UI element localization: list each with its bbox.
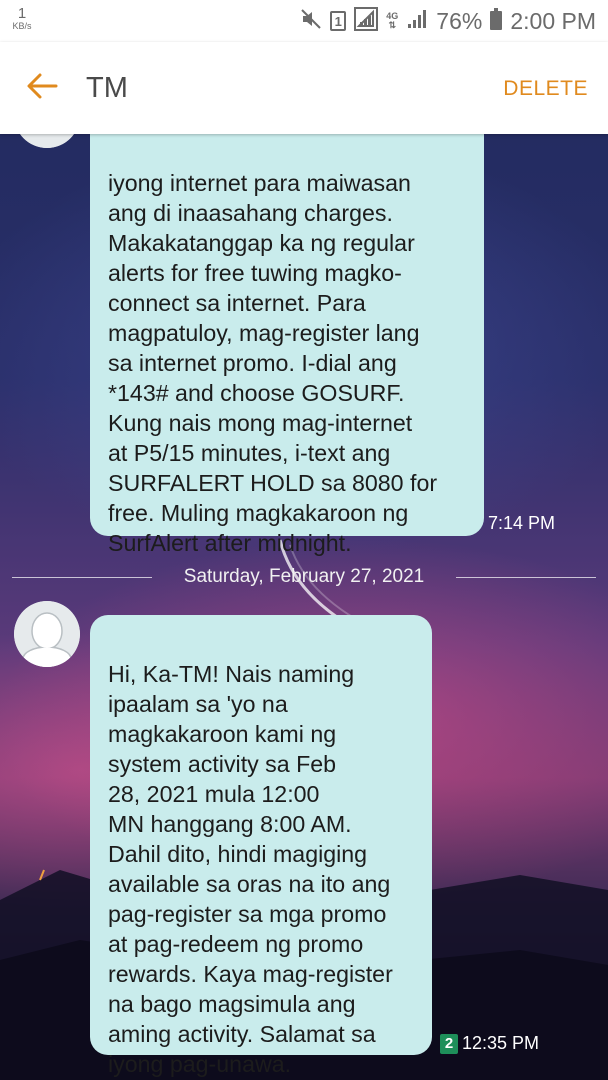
- message-text: Hi, Ka-TM! Nais naming ipaalam sa 'yo na…: [108, 661, 393, 1077]
- message-bubble[interactable]: iyong internet para maiwasan ang di inaa…: [90, 112, 484, 556]
- sim2-icon: 2: [440, 1034, 458, 1054]
- app-header: TM DELETE: [0, 42, 608, 134]
- message-time-label: 12:35 PM: [462, 1033, 540, 1053]
- status-icons: 1 4G ⇅ 76% 2:00 PM: [300, 6, 596, 36]
- network-speed: 1 KB/s: [12, 5, 32, 31]
- sim-indicator: 1: [330, 11, 347, 31]
- message-time: 7:14 PM: [488, 513, 556, 533]
- status-bar: 1 KB/s 1 4G ⇅ 76% 2:00 PM: [0, 0, 608, 42]
- message-bubble[interactable]: Hi, Ka-TM! Nais naming ipaalam sa 'yo na…: [90, 615, 432, 1077]
- delete-button[interactable]: DELETE: [503, 77, 588, 101]
- clock: 2:00 PM: [510, 7, 596, 34]
- network-type-icon: 4G ⇅: [386, 11, 399, 30]
- back-arrow-icon: [27, 73, 58, 99]
- sim1-signal-icon: [354, 6, 379, 36]
- date-divider-label: Saturday, February 27, 2021: [183, 566, 425, 587]
- avatar[interactable]: [14, 601, 80, 667]
- battery-percent: 76%: [436, 7, 483, 34]
- message-text: iyong internet para maiwasan ang di inaa…: [108, 170, 438, 556]
- back-button[interactable]: [24, 68, 60, 104]
- sim2-signal-icon: [406, 8, 428, 35]
- date-divider: Saturday, February 27, 2021: [12, 566, 596, 590]
- mute-icon: [300, 8, 322, 35]
- battery-icon: [490, 7, 503, 35]
- conversation-title: TM: [86, 72, 128, 104]
- message-time: 2 12:35 PM: [440, 1033, 539, 1054]
- contact-avatar-icon: [14, 601, 80, 667]
